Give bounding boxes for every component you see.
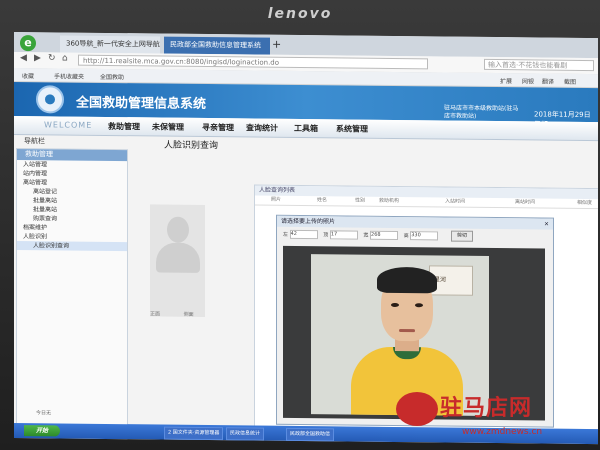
crop-top-input[interactable]: 17 — [329, 230, 358, 240]
url-field[interactable]: http://11.realsite.mca.gov.cn:8080/ingis… — [78, 54, 428, 70]
column-header: 性别 — [355, 197, 366, 204]
tab-navigation[interactable]: 360导航_新一代安全上网导航 — [60, 35, 160, 54]
person-silhouette-icon — [167, 216, 189, 243]
dialog-title-text: 请选择要上传的照片 — [281, 217, 336, 226]
column-header: 相似度 — [577, 199, 593, 207]
search-input[interactable]: 输入首选·不花钱也能看剧 — [484, 58, 594, 72]
crop-button[interactable]: 剪切 — [451, 230, 473, 242]
toolbar-item[interactable]: 翻译 — [542, 77, 554, 86]
column-header: 入站时间 — [445, 198, 466, 205]
toolbar-item[interactable]: 截图 — [564, 77, 576, 86]
department-name: 驻马店市市本级救助站(驻马店市救助站) — [444, 104, 519, 120]
tab-rescue-system[interactable]: 民政部全国救助信息管理系统 — [164, 36, 270, 55]
crop-left-input[interactable]: 42 — [289, 229, 318, 240]
toolbar-item[interactable]: 扩展 — [500, 76, 512, 85]
photo-placeholder — [150, 204, 205, 318]
column-header: 离站时间 — [515, 199, 536, 206]
close-icon[interactable]: × — [544, 219, 549, 230]
column-header: 照片 — [271, 196, 282, 203]
menu-family-search[interactable]: 寻亲管理 — [202, 122, 234, 133]
crop-label-left: 左 — [283, 231, 289, 238]
page-subtitle: 人脸识别查询 — [164, 140, 219, 152]
menu-statistics[interactable]: 查询统计 — [246, 122, 278, 133]
home-icon[interactable]: ⌂ — [62, 54, 68, 64]
screen: e 360导航_新一代安全上网导航 民政部全国救助信息管理系统 + ◀ ▶ ↻ … — [14, 32, 598, 445]
crop-label-top: 顶 — [323, 232, 329, 239]
taskbar-item[interactable]: 2 国文件夹·资源管理器 — [164, 426, 224, 441]
system-title: 全国救助管理信息系统 — [76, 95, 207, 113]
watermark-logo-icon — [396, 392, 438, 426]
column-header: 救助机构 — [379, 197, 400, 205]
watermark-url: www.zmdnews.cn — [462, 427, 543, 437]
crop-height-input[interactable]: 330 — [410, 231, 439, 241]
footer-status: 今日无 — [36, 410, 52, 417]
crop-width-input[interactable]: 268 — [370, 230, 399, 241]
menu-rescue[interactable]: 救助管理 — [108, 121, 140, 132]
bookmark-item[interactable]: 收藏 — [22, 71, 34, 80]
browser-logo-icon[interactable]: e — [20, 35, 36, 52]
reload-icon[interactable]: ↻ — [48, 53, 56, 63]
monitor-brand: lenovo — [267, 6, 333, 22]
bookmark-item[interactable]: 手机收藏夹 — [54, 71, 84, 80]
photo-label-front: 正面 — [150, 311, 161, 318]
crop-fields: 左 42 顶 17 宽 268 高 330 — [283, 229, 442, 241]
dialog-title: 请选择要上传的照片 × — [277, 215, 553, 230]
welcome-label: WELCOME — [44, 120, 93, 130]
column-header: 姓名 — [317, 197, 328, 204]
back-icon[interactable]: ◀ — [20, 53, 27, 63]
menu-minor-protection[interactable]: 未保管理 — [152, 121, 184, 132]
toolbar-item[interactable]: 网银 — [522, 76, 534, 85]
emblem-icon — [36, 85, 64, 114]
new-tab-button[interactable]: + — [272, 38, 281, 51]
photo-labels: 正面 侧面 — [150, 310, 194, 317]
left-navigation: 救助管理 入站管理 站内管理 离站管理 离站登记 批量离站 批量离站 购票查询 … — [16, 148, 128, 432]
taskbar-item[interactable]: 民政部全国救助信 — [286, 427, 335, 442]
photo-label-side: 侧面 — [183, 311, 194, 318]
forward-icon[interactable]: ▶ — [34, 53, 41, 63]
crop-label-width: 宽 — [363, 232, 369, 239]
watermark-text: 驻马店网 — [440, 395, 533, 421]
bookmark-item[interactable]: 全国救助 — [100, 72, 124, 81]
crop-label-height: 高 — [403, 233, 409, 240]
menu-system[interactable]: 系统管理 — [336, 123, 368, 134]
menu-toolbox[interactable]: 工具箱 — [294, 123, 318, 134]
start-button[interactable]: 开始 — [24, 425, 60, 437]
nav-title: 导航栏 — [24, 137, 45, 146]
tree-item-face-query[interactable]: 人脸识别查询 — [17, 241, 127, 252]
taskbar-item[interactable]: 民政信息统计 — [226, 427, 265, 441]
